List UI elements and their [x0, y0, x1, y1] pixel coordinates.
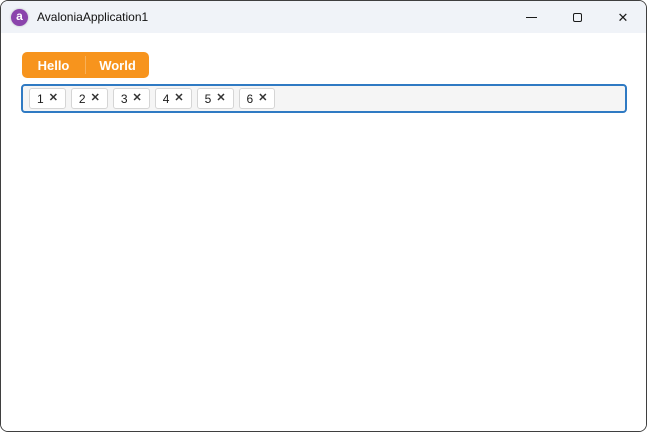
titlebar[interactable]: a AvaloniaApplication1 ✕	[1, 1, 646, 33]
tag-chip-label: 2	[78, 91, 86, 106]
close-icon: ✕	[174, 92, 184, 104]
avalonia-logo-letter: a	[16, 9, 23, 23]
tag-chip-label: 6	[246, 91, 254, 106]
tag-chip: 4 ✕	[154, 88, 192, 109]
hello-button[interactable]: Hello	[22, 52, 85, 78]
maximize-button[interactable]	[554, 1, 600, 33]
tag-chip-remove-button[interactable]: ✕	[216, 93, 225, 104]
close-icon: ✕	[617, 9, 629, 25]
tag-chip-label: 1	[37, 91, 44, 106]
tag-chip-label: 3	[120, 91, 128, 106]
tag-input-box[interactable]: 1 ✕ 2 ✕ 3 ✕ 4 ✕ 5 ✕ 6 ✕	[21, 84, 627, 113]
close-icon: ✕	[216, 92, 226, 104]
tag-chip-label: 4	[162, 91, 170, 106]
app-window: a AvaloniaApplication1 ✕ Hello World 1 ✕…	[0, 0, 647, 432]
tag-chip-remove-button[interactable]: ✕	[258, 93, 267, 104]
close-icon: ✕	[258, 92, 268, 104]
close-icon: ✕	[90, 92, 100, 104]
tag-chip: 6 ✕	[238, 88, 276, 109]
tag-chip-remove-button[interactable]: ✕	[174, 93, 183, 104]
tag-chip-remove-button[interactable]: ✕	[133, 93, 142, 104]
minimize-icon	[525, 16, 537, 18]
tag-chip-label: 5	[204, 91, 212, 106]
close-icon: ✕	[48, 92, 58, 104]
close-button[interactable]: ✕	[600, 1, 646, 33]
tag-chip: 3 ✕	[112, 88, 150, 109]
window-controls: ✕	[508, 1, 646, 33]
tag-chip-remove-button[interactable]: ✕	[91, 93, 100, 104]
tag-chip: 1 ✕	[29, 88, 66, 109]
hello-world-split-button: Hello World	[22, 52, 149, 78]
avalonia-logo-icon: a	[11, 8, 28, 26]
world-button[interactable]: World	[86, 52, 149, 78]
maximize-icon	[572, 12, 582, 22]
tag-chip-remove-button[interactable]: ✕	[49, 93, 58, 104]
window-content: Hello World 1 ✕ 2 ✕ 3 ✕ 4 ✕ 5 ✕ 6 ✕	[1, 33, 646, 431]
tag-chip: 2 ✕	[70, 88, 108, 109]
window-title: AvaloniaApplication1	[37, 10, 149, 24]
close-icon: ✕	[132, 92, 142, 104]
minimize-button[interactable]	[508, 1, 554, 33]
tag-chip: 5 ✕	[196, 88, 234, 109]
